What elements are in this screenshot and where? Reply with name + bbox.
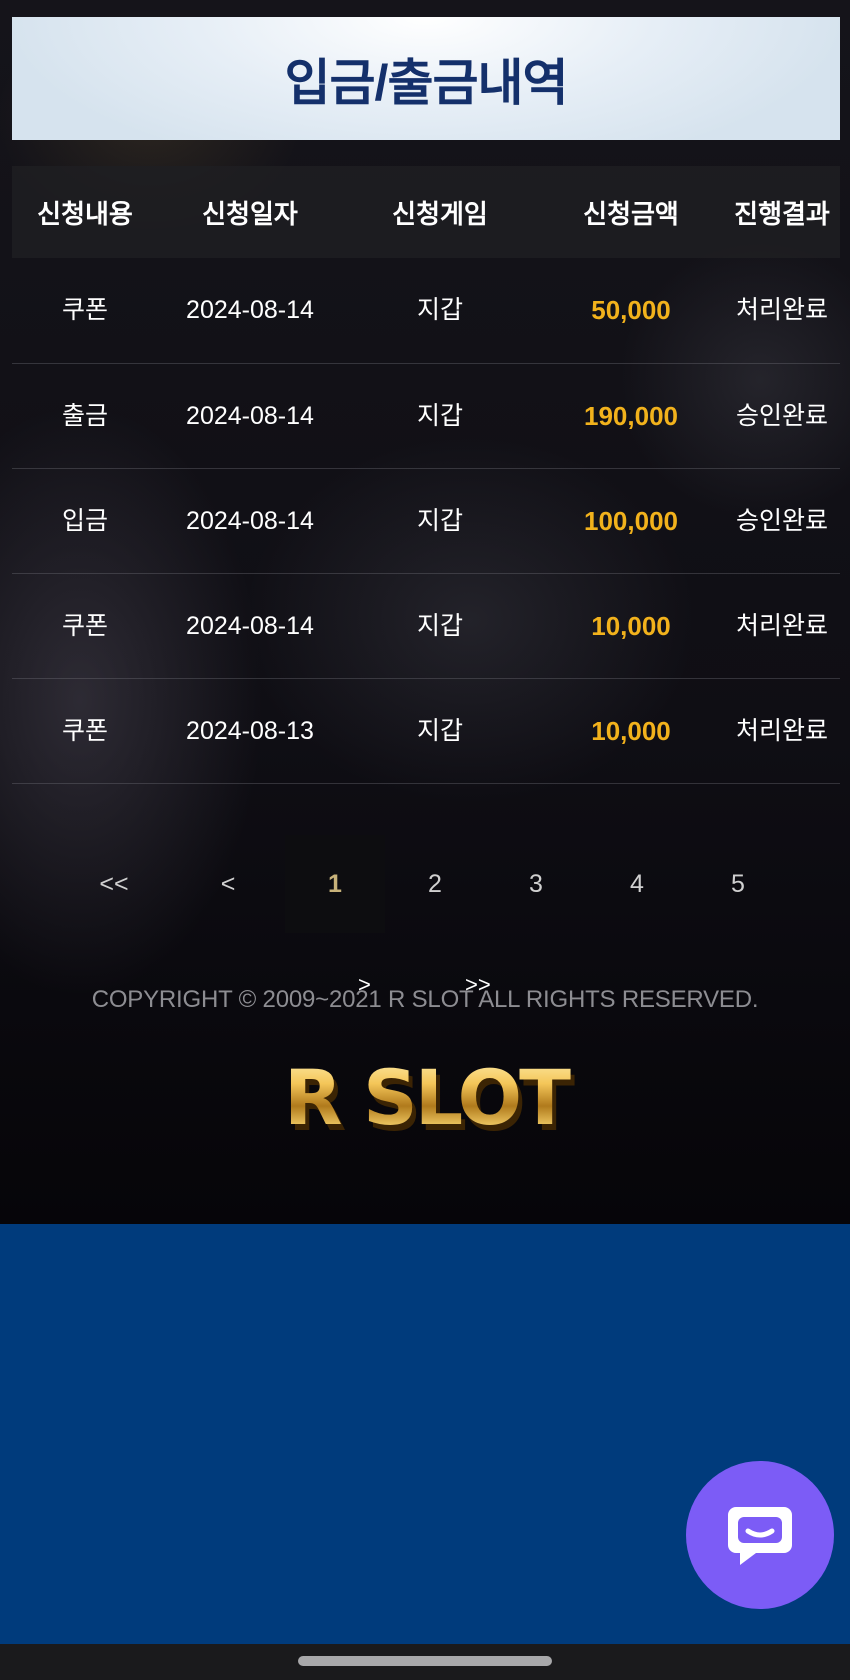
pagination-page-2[interactable]: 2 [385, 835, 485, 933]
pagination: << < 1 2 3 4 5 [64, 835, 784, 933]
pagination-page-3[interactable]: 3 [486, 835, 586, 933]
column-header-type: 신청내용 [12, 166, 158, 258]
column-header-amount: 신청금액 [538, 166, 724, 258]
cell-date: 2024-08-14 [158, 258, 342, 364]
cell-date-text: 2024-08-14 [186, 506, 314, 535]
cell-game: 지갑 [342, 573, 538, 679]
table-row: 쿠폰 2024-08-14 지갑 50,000 처리완료 [12, 258, 840, 364]
cell-type: 쿠폰 [12, 258, 158, 364]
page-title: 입금/출금내역 [284, 54, 569, 111]
cell-date-text: 2024-08-14 [186, 611, 314, 640]
cell-date: 2024-08-14 [158, 363, 342, 469]
cell-type: 쿠폰 [12, 573, 158, 679]
cell-amount: 100,000 [538, 468, 724, 574]
column-header-status: 진행결과 [724, 166, 840, 258]
pagination-prev-button[interactable]: < [178, 835, 278, 933]
table-row: 쿠폰 2024-08-14 지갑 10,000 처리완료 [12, 573, 840, 679]
header-banner: 입금/출금내역 [12, 17, 840, 140]
cell-amount: 190,000 [538, 363, 724, 469]
table-row: 쿠폰 2024-08-13 지갑 10,000 처리완료 [12, 678, 840, 784]
pagination-page-5[interactable]: 5 [688, 835, 788, 933]
cell-date-text: 2024-08-14 [186, 401, 314, 430]
cell-type: 입금 [12, 468, 158, 574]
cell-date: 2024-08-14 [158, 468, 342, 574]
cell-date: 2024-08-14 [158, 573, 342, 679]
cell-date-text: 2024-08-14 [186, 296, 314, 325]
site-logo: R SLOT [276, 1052, 576, 1142]
cell-date: 2024-08-13 [158, 678, 342, 784]
pagination-page-4[interactable]: 4 [587, 835, 687, 933]
transaction-history-table: 신청내용 신청일자 신청게임 신청금액 진행결과 쿠폰 2024-08-14 지… [12, 166, 840, 784]
cell-game: 지갑 [342, 258, 538, 364]
pagination-page-1[interactable]: 1 [285, 835, 385, 933]
cell-game: 지갑 [342, 468, 538, 574]
cell-status: 처리완료 [724, 678, 840, 784]
cell-status: 처리완료 [724, 573, 840, 679]
table-row: 입금 2024-08-14 지갑 100,000 승인완료 [12, 468, 840, 574]
cell-game: 지갑 [342, 363, 538, 469]
pagination-first-button[interactable]: << [64, 835, 164, 933]
cell-type: 쿠폰 [12, 678, 158, 784]
cell-amount: 50,000 [538, 258, 724, 364]
cell-status: 승인완료 [724, 363, 840, 469]
chat-bubble-icon [728, 1507, 792, 1565]
home-gesture-handle[interactable] [298, 1656, 552, 1666]
copyright-text: COPYRIGHT © 2009~2021 R SLOT ALL RIGHTS … [91, 986, 759, 1013]
column-header-date: 신청일자 [158, 166, 342, 258]
cell-amount: 10,000 [538, 573, 724, 679]
cell-status: 승인완료 [724, 468, 840, 574]
table-row: 출금 2024-08-14 지갑 190,000 승인완료 [12, 363, 840, 469]
cell-game: 지갑 [342, 678, 538, 784]
cell-status: 처리완료 [724, 258, 840, 364]
cell-amount: 10,000 [538, 678, 724, 784]
live-chat-button[interactable] [686, 1461, 834, 1609]
column-header-game: 신청게임 [342, 166, 538, 258]
cell-date-text: 2024-08-13 [186, 716, 314, 745]
cell-type: 출금 [12, 363, 158, 469]
table-header-row: 신청내용 신청일자 신청게임 신청금액 진행결과 [12, 166, 840, 258]
